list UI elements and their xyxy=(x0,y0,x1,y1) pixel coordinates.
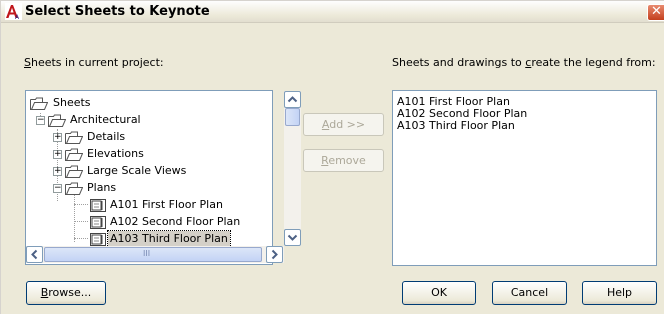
remove-button[interactable]: Remove xyxy=(303,149,384,172)
expand-icon[interactable]: + xyxy=(53,133,62,142)
folder-icon xyxy=(30,97,48,110)
tree-node-sheet-a101[interactable]: A101 First Floor Plan xyxy=(26,197,266,213)
scroll-arrow-icon xyxy=(287,234,298,241)
add-button[interactable]: Add >> xyxy=(303,113,384,136)
list-item[interactable]: A103 Third Floor Plan xyxy=(397,120,515,132)
tree-node-details[interactable]: + Details xyxy=(26,129,266,145)
scroll-right-button[interactable] xyxy=(266,246,283,263)
tree-node-sheet-a102[interactable]: A102 Second Floor Plan xyxy=(26,214,266,230)
expand-icon[interactable]: + xyxy=(53,167,62,176)
cancel-button[interactable]: Cancel xyxy=(492,281,567,305)
collapse-icon[interactable]: − xyxy=(53,184,62,193)
sheet-icon xyxy=(90,216,106,229)
selected-tree-node-label: A103 Third Floor Plan xyxy=(107,230,231,246)
browse-button[interactable]: Browse... xyxy=(26,281,106,305)
tree-node-label: A101 First Floor Plan xyxy=(110,198,223,211)
scroll-grip: III xyxy=(143,249,151,258)
expand-icon[interactable]: + xyxy=(53,150,62,159)
tree-node-large-scale-views[interactable]: + Large Scale Views xyxy=(26,163,266,179)
ok-button[interactable]: OK xyxy=(402,281,476,305)
scroll-arrow-icon xyxy=(287,96,298,103)
scroll-up-button[interactable] xyxy=(284,91,301,108)
scroll-arrow-icon xyxy=(31,249,38,260)
scroll-arrow-icon xyxy=(271,249,278,260)
tree-node-sheet-a103[interactable]: A103 Third Floor Plan xyxy=(26,230,266,246)
tree-node-elevations[interactable]: + Elevations xyxy=(26,146,266,162)
title-bar[interactable]: A Select Sheets to Keynote ✕ xyxy=(1,1,664,23)
folder-icon xyxy=(65,131,83,144)
sheet-tree-view[interactable]: Sheets − Architectural + Details + Eleva… xyxy=(25,90,301,265)
tree-node-label: Plans xyxy=(87,181,117,194)
horizontal-scroll-thumb[interactable]: III xyxy=(44,247,262,262)
sheets-in-project-label: Sheets in current project: xyxy=(24,56,164,69)
tree-node-label: Architectural xyxy=(70,113,141,126)
tree-content: Sheets − Architectural + Details + Eleva… xyxy=(26,91,272,246)
tree-node-label: A102 Second Floor Plan xyxy=(110,215,241,228)
tree-node-label: Large Scale Views xyxy=(87,164,187,177)
tree-node-label: Sheets xyxy=(53,96,91,109)
close-button[interactable]: ✕ xyxy=(647,4,664,21)
folder-icon xyxy=(65,182,83,195)
tree-node-label: Elevations xyxy=(87,147,144,160)
tree-horizontal-scrollbar[interactable]: III xyxy=(26,246,284,263)
window-title: Select Sheets to Keynote xyxy=(25,4,210,19)
tree-node-label: Details xyxy=(87,130,126,143)
legend-source-label: Sheets and drawings to create the legend… xyxy=(392,56,656,69)
close-icon: ✕ xyxy=(651,4,662,19)
folder-icon xyxy=(65,165,83,178)
dialog-window: A Select Sheets to Keynote ✕ Sheets in c… xyxy=(0,0,664,314)
scroll-down-button[interactable] xyxy=(284,229,301,246)
folder-icon xyxy=(65,148,83,161)
sheet-icon xyxy=(90,233,106,246)
folder-icon xyxy=(48,114,66,127)
legend-sheets-list[interactable]: A101 First Floor Plan A102 Second Floor … xyxy=(392,90,657,266)
sheet-icon xyxy=(90,199,106,212)
collapse-icon[interactable]: − xyxy=(36,116,45,125)
scroll-corner xyxy=(284,246,301,263)
autocad-app-icon: A xyxy=(5,3,22,20)
tree-node-sheets[interactable]: Sheets xyxy=(26,95,266,111)
tree-node-architectural[interactable]: − Architectural xyxy=(26,112,266,128)
tree-vertical-scrollbar[interactable] xyxy=(284,91,301,246)
vertical-scroll-thumb[interactable] xyxy=(285,108,300,126)
tree-node-plans[interactable]: − Plans xyxy=(26,180,266,196)
help-button[interactable]: Help xyxy=(582,281,657,305)
scroll-left-button[interactable] xyxy=(26,246,43,263)
